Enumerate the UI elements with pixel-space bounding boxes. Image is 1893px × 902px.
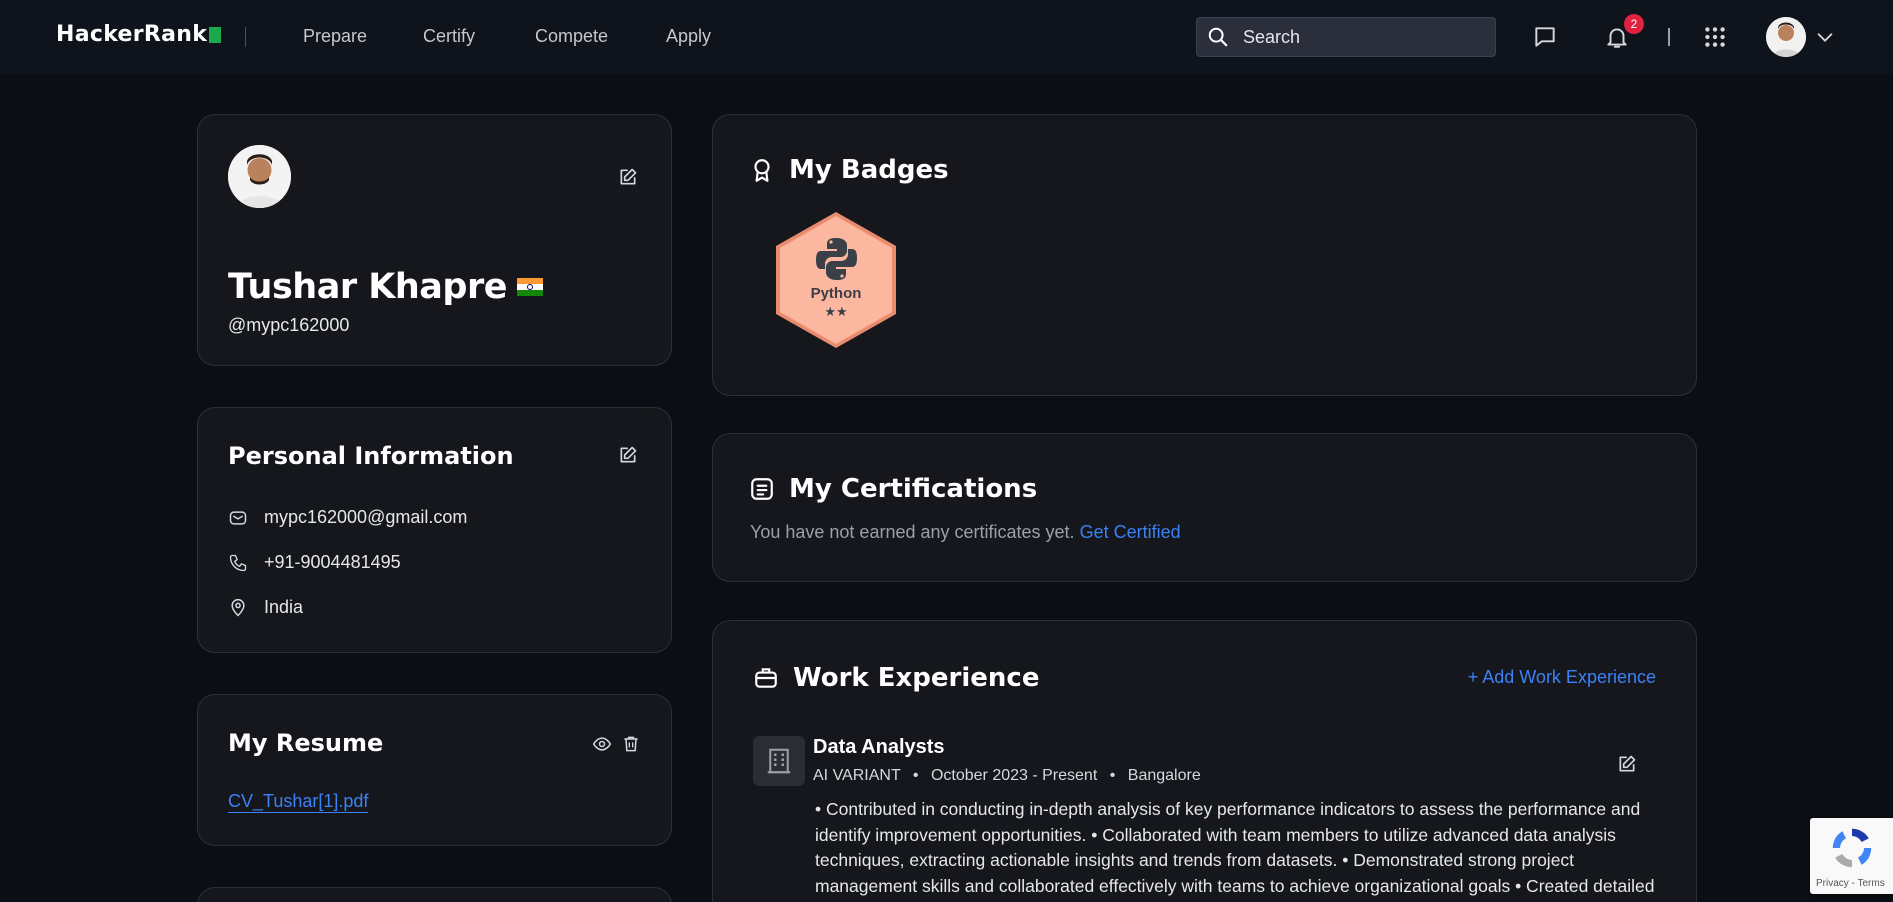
top-navbar: HackerRank Prepare Certify Compete Apply…	[0, 0, 1893, 74]
phone-value: +91-9004481495	[264, 552, 401, 572]
job-company: AI VARIANT	[813, 767, 901, 784]
nav-divider	[245, 27, 246, 47]
personal-info-card: Personal Information mypc162000@gmail.co…	[197, 407, 672, 653]
python-badge[interactable]: Python ★★	[773, 210, 899, 350]
job-title: Data Analysts	[813, 736, 945, 758]
personal-info-title: Personal Information	[228, 442, 514, 470]
certifications-empty-message: You have not earned any certificates yet…	[750, 522, 1181, 543]
email-value: mypc162000@gmail.com	[264, 507, 468, 527]
nav-separator	[1668, 28, 1670, 46]
phone-row: +91-9004481495	[228, 552, 401, 573]
profile-card: Tushar Khapre @mypc162000	[197, 114, 672, 366]
certifications-title: My Certifications	[749, 474, 1037, 504]
badges-title: My Badges	[749, 155, 949, 185]
badges-title-text: My Badges	[789, 155, 949, 185]
company-building-icon	[753, 736, 805, 786]
recaptcha-links[interactable]: Privacy - Terms	[1816, 878, 1885, 889]
job-meta: AI VARIANT • October 2023 - Present • Ba…	[813, 767, 1201, 784]
profile-avatar	[228, 145, 291, 208]
certifications-card: My Certifications You have not earned an…	[712, 433, 1697, 582]
nav-link-prepare[interactable]: Prepare	[303, 26, 367, 47]
location-pin-icon	[231, 598, 245, 617]
resume-card: My Resume CV_Tushar[1].pdf	[197, 694, 672, 846]
certifications-title-text: My Certifications	[789, 474, 1038, 504]
search-input[interactable]	[1243, 26, 1463, 48]
india-flag-icon	[516, 278, 543, 296]
hackerrank-logo[interactable]: HackerRank	[56, 22, 222, 47]
phone-icon	[229, 554, 247, 571]
recaptcha-widget[interactable]: Privacy - Terms	[1810, 818, 1893, 894]
edit-job-icon[interactable]	[1617, 754, 1637, 774]
edit-profile-icon[interactable]	[618, 167, 638, 187]
search-icon	[1208, 27, 1228, 47]
work-experience-card: Work Experience + Add Work Experience Da…	[712, 620, 1697, 902]
work-experience-title: Work Experience	[753, 663, 1039, 693]
badge-stars: ★★	[824, 304, 848, 319]
job-description: • Contributed in conducting in-depth ana…	[815, 799, 1655, 896]
logo-text: HackerRank	[56, 22, 208, 47]
badges-card: My Badges Python ★★	[712, 114, 1697, 396]
badge-name: Python	[810, 285, 862, 302]
certificate-doc-icon	[751, 478, 773, 500]
profile-handle: @mypc162000	[228, 315, 350, 335]
location-row: India	[228, 597, 303, 618]
apps-grid-icon[interactable]	[1702, 24, 1728, 50]
resume-title: My Resume	[228, 729, 384, 757]
search-box[interactable]	[1196, 17, 1496, 57]
get-certified-link[interactable]: Get Certified	[1080, 522, 1181, 542]
resume-file-link[interactable]: CV_Tushar[1].pdf	[228, 791, 369, 813]
nav-link-compete[interactable]: Compete	[535, 26, 608, 47]
empty-text: You have not earned any certificates yet…	[750, 522, 1075, 542]
nav-link-certify[interactable]: Certify	[423, 26, 475, 47]
work-experience-title-text: Work Experience	[793, 663, 1040, 693]
messages-icon[interactable]	[1532, 24, 1558, 50]
view-eye-icon[interactable]	[592, 734, 612, 754]
next-section-card	[197, 887, 672, 902]
profile-name-text: Tushar Khapre	[228, 267, 507, 307]
recaptcha-logo-icon	[1832, 828, 1872, 868]
edit-personal-info-icon[interactable]	[618, 445, 638, 465]
notification-count-badge: 2	[1624, 14, 1644, 34]
nav-link-apply[interactable]: Apply	[666, 26, 711, 47]
briefcase-icon	[755, 668, 777, 688]
user-avatar[interactable]	[1766, 17, 1806, 57]
trash-icon[interactable]	[621, 734, 641, 754]
job-location: Bangalore	[1127, 767, 1201, 784]
chevron-down-icon[interactable]	[1814, 26, 1836, 48]
logo-mark	[209, 26, 222, 43]
award-icon	[754, 159, 770, 182]
add-work-experience-button[interactable]: + Add Work Experience	[1468, 667, 1656, 688]
location-value: India	[264, 597, 304, 617]
job-period: October 2023 - Present	[930, 767, 1098, 784]
profile-name: Tushar Khapre	[228, 267, 543, 307]
mail-icon	[229, 510, 247, 525]
email-row: mypc162000@gmail.com	[228, 507, 467, 528]
